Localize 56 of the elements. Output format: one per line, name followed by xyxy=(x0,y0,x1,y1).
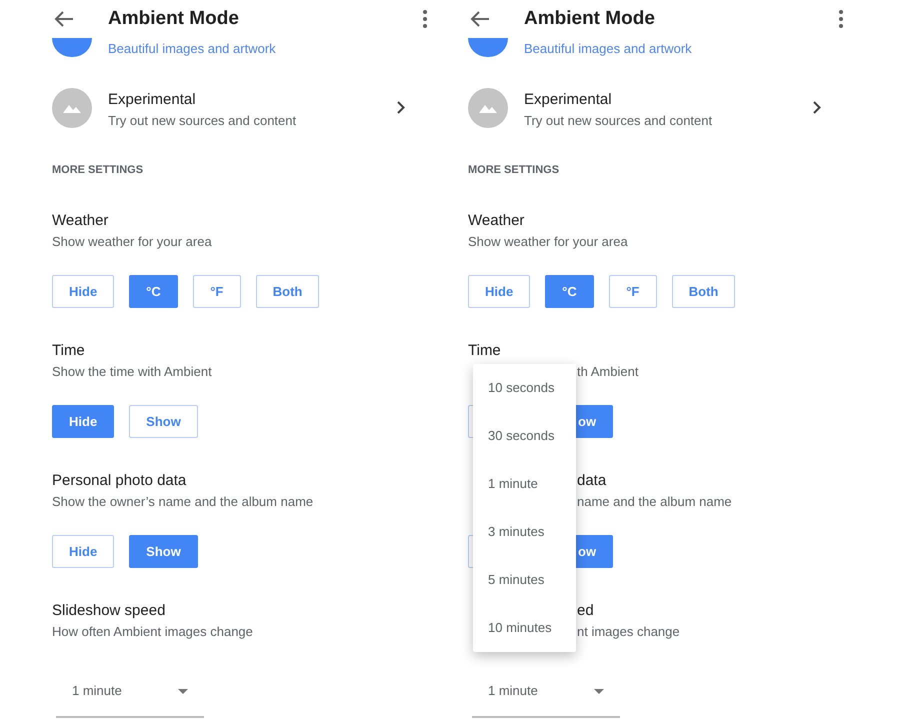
option-button[interactable]: Show xyxy=(129,405,198,438)
setting-title: Personal photo data xyxy=(52,472,186,489)
menu-item[interactable]: 1 minute xyxy=(473,460,576,508)
speed-dropdown[interactable]: 1 minute xyxy=(56,670,204,718)
section-header: MORE SETTINGS xyxy=(468,164,560,176)
more-options-icon[interactable] xyxy=(837,9,845,29)
source-icon xyxy=(468,38,508,57)
setting-description: name and the album name xyxy=(577,494,732,509)
option-button[interactable]: Both xyxy=(256,275,320,308)
option-button[interactable]: Show xyxy=(129,535,198,568)
item-title: Experimental xyxy=(524,90,613,110)
setting-title: Slideshow speed xyxy=(52,602,166,619)
speed-dropdown[interactable]: 1 minute xyxy=(472,670,620,718)
experimental-row[interactable]: Experimental Try out new sources and content xyxy=(52,88,416,128)
caret-icon xyxy=(178,689,188,694)
item-description: Try out new sources and content xyxy=(524,112,712,130)
back-arrow-icon[interactable] xyxy=(54,10,74,28)
option-button[interactable]: °C xyxy=(129,275,178,308)
setting-title: Weather xyxy=(468,212,524,229)
option-button[interactable]: °F xyxy=(192,275,241,308)
experimental-row[interactable]: Experimental Try out new sources and content xyxy=(468,88,832,128)
landscape-icon xyxy=(468,88,508,128)
setting-description: Show the owner’s name and the album name xyxy=(52,494,314,509)
caret-icon xyxy=(594,689,604,694)
source-icon xyxy=(52,38,92,57)
option-button[interactable]: Both xyxy=(672,275,736,308)
setting-description: th Ambient xyxy=(577,364,638,379)
source-description: Beautiful images and artwork xyxy=(108,40,276,58)
setting-title: Time xyxy=(52,342,85,359)
setting-title: data xyxy=(577,472,606,489)
setting-description: Show weather for your area xyxy=(468,234,628,249)
item-title: Experimental xyxy=(108,90,197,110)
more-options-icon[interactable] xyxy=(421,9,429,29)
setting-title: Time xyxy=(468,342,501,359)
menu-item[interactable]: 10 minutes xyxy=(473,604,576,652)
source-description: Beautiful images and artwork xyxy=(524,40,692,58)
chevron-icon xyxy=(397,101,405,114)
setting-title: ed xyxy=(577,602,594,619)
setting-description: nt images change xyxy=(577,624,680,639)
setting-description: How often Ambient images change xyxy=(52,624,253,639)
landscape-icon xyxy=(52,88,92,128)
option-button[interactable]: Hide xyxy=(52,275,114,308)
option-button[interactable]: °F xyxy=(608,275,657,308)
option-button[interactable]: Hide xyxy=(52,405,114,438)
section-header: MORE SETTINGS xyxy=(52,164,144,176)
chevron-icon xyxy=(813,101,821,114)
option-button[interactable]: °C xyxy=(545,275,594,308)
setting-title: Weather xyxy=(52,212,108,229)
setting-description: Show the time with Ambient xyxy=(52,364,212,379)
screen-title: Ambient Mode xyxy=(108,8,239,30)
option-button[interactable]: Hide xyxy=(468,275,530,308)
screen-title: Ambient Mode xyxy=(524,8,655,30)
item-description: Try out new sources and content xyxy=(108,112,296,130)
setting-description: Show weather for your area xyxy=(52,234,212,249)
back-arrow-icon[interactable] xyxy=(470,10,490,28)
option-button[interactable]: Hide xyxy=(52,535,114,568)
